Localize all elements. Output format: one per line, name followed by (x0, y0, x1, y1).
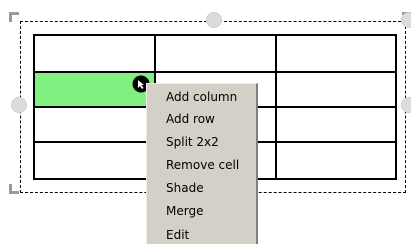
menu-item-remove-cell[interactable]: Remove cell (147, 154, 256, 177)
top-center-resize-handle[interactable] (206, 12, 222, 28)
top-right-resize-handle[interactable] (401, 12, 411, 28)
top-left-corner-handle[interactable] (9, 12, 19, 22)
context-menu: Add column Add row Split 2x2 Remove cell… (146, 83, 258, 244)
grid-row-divider (35, 71, 395, 73)
menu-item-shade[interactable]: Shade (147, 177, 256, 200)
menu-item-split[interactable]: Split 2x2 (147, 131, 256, 154)
editor-canvas[interactable]: Add column Add row Split 2x2 Remove cell… (0, 0, 411, 244)
menu-item-add-row[interactable]: Add row (147, 108, 256, 131)
left-middle-resize-handle[interactable] (11, 97, 27, 113)
bottom-left-corner-handle[interactable] (9, 184, 19, 194)
grid-column-divider (275, 36, 277, 178)
menu-item-merge[interactable]: Merge (147, 200, 256, 223)
menu-item-add-column[interactable]: Add column (147, 86, 256, 109)
right-middle-resize-handle[interactable] (401, 97, 411, 113)
menu-item-edit[interactable]: Edit (147, 224, 256, 244)
